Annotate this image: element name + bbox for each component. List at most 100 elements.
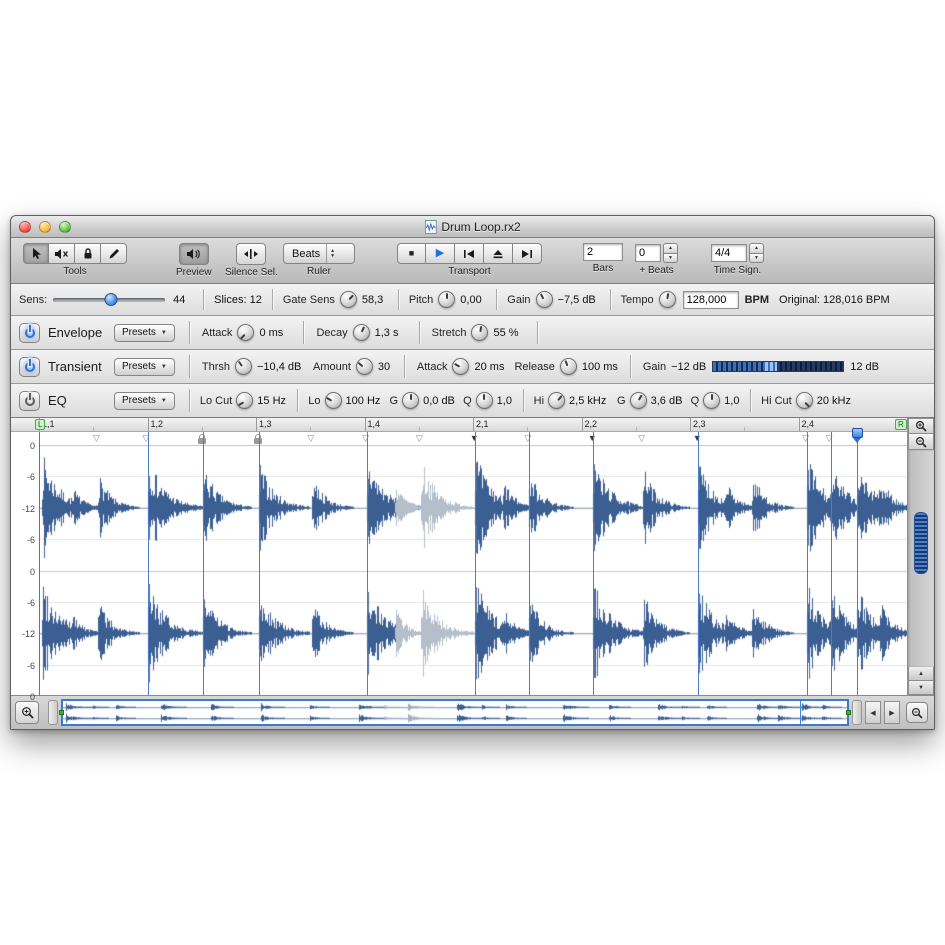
ruler-label: Ruler	[307, 266, 331, 277]
slice-marker-icon[interactable]: ▼	[470, 433, 479, 444]
slider-thumb[interactable]	[105, 293, 118, 306]
eq-hi-knob[interactable]	[548, 392, 565, 409]
preview-button[interactable]	[179, 243, 209, 265]
close-button[interactable]	[19, 221, 31, 233]
left-locator-flag[interactable]: L	[35, 419, 45, 430]
meter-dark-segment	[777, 362, 843, 371]
slice-marker-icon[interactable]: ▽	[524, 433, 531, 444]
vertical-zoom-out-button[interactable]	[908, 434, 934, 450]
vertical-zoom-in-button[interactable]	[908, 418, 934, 434]
eq-q1-knob[interactable]	[476, 392, 493, 409]
timesig-stepper-down[interactable]: ▼	[749, 253, 764, 264]
transient-power-button[interactable]	[19, 357, 40, 377]
ruler-popup[interactable]: Beats ▲▼	[283, 243, 355, 264]
slice-marker-icon[interactable]: ▽	[416, 433, 423, 444]
horizontal-zoom-out-button[interactable]	[906, 702, 928, 723]
minimize-button[interactable]	[39, 221, 51, 233]
go-to-start-button[interactable]	[455, 243, 484, 264]
ruler-minor-tick	[93, 427, 94, 431]
tr-thrsh-label: Thrsh	[202, 361, 230, 373]
selection-handle-left[interactable]	[59, 710, 64, 715]
wave-ruler[interactable]: L R 1,11,21,31,42,12,22,32,4	[11, 418, 907, 432]
zoom-window-button[interactable]	[59, 221, 71, 233]
env-attack-knob[interactable]	[237, 324, 254, 341]
overview-left-grip[interactable]	[48, 700, 58, 725]
beats-stepper-down[interactable]: ▼	[663, 253, 678, 264]
db-label: -12	[22, 504, 35, 514]
popup-stepper-icon: ▲▼	[326, 244, 338, 263]
timesig-stepper[interactable]: ▲ ▼	[749, 243, 764, 263]
eq-title: EQ	[48, 393, 114, 408]
tr-release-knob[interactable]	[560, 358, 577, 375]
vertical-scrollbar-track[interactable]	[908, 450, 934, 667]
bars-input[interactable]	[583, 243, 623, 261]
eq-hicut-knob[interactable]	[796, 392, 813, 409]
right-locator-flag[interactable]: R	[895, 419, 907, 430]
slice-marker-icon[interactable]: ▼	[588, 433, 597, 444]
eq-g1-knob[interactable]	[402, 392, 419, 409]
waveform-editor[interactable]: L R 1,11,21,31,42,12,22,32,4 ▽▽▽▽▽▼▽▼▽▼▽…	[11, 418, 934, 696]
eq-locut-knob[interactable]	[236, 392, 253, 409]
slice-marker-icon[interactable]: ▽	[307, 433, 314, 444]
envelope-power-button[interactable]	[19, 323, 40, 343]
eq-g2-knob[interactable]	[630, 392, 647, 409]
slice-marker-icon[interactable]: ▽	[826, 433, 833, 444]
silence-selection-button[interactable]	[236, 243, 266, 265]
beats-stepper-up[interactable]: ▲	[663, 243, 678, 253]
slice-marker-icon[interactable]: ▽	[93, 433, 100, 444]
titlebar[interactable]: Drum Loop.rx2	[11, 216, 934, 238]
eq-lo-knob[interactable]	[325, 392, 342, 409]
selection-handle-right[interactable]	[846, 710, 851, 715]
envelope-presets-popup[interactable]: Presets ▼	[114, 324, 175, 342]
vertical-scrollbar-thumb[interactable]	[914, 512, 928, 574]
gate-sens-knob[interactable]	[340, 291, 357, 308]
transient-gain-meter[interactable]	[712, 361, 844, 372]
env-decay-knob[interactable]	[353, 324, 370, 341]
pencil-tool-button[interactable]	[101, 243, 127, 264]
scroll-right-button[interactable]: ▶	[884, 701, 900, 724]
waveform-canvas[interactable]	[39, 445, 907, 696]
marker-strip[interactable]: ▽ ▽ ▽ ▽ ▽ ▼ ▽ ▼ ▽ ▼ ▽ ▽	[11, 432, 907, 445]
loop-toggle-button[interactable]	[484, 243, 513, 264]
scroll-up-button[interactable]: ▲	[908, 667, 934, 681]
overview-canvas[interactable]	[63, 701, 847, 724]
pitch-knob[interactable]	[438, 291, 455, 308]
slice-marker-icon[interactable]: ▼	[693, 433, 702, 444]
slice-marker-icon[interactable]: ▽	[362, 433, 369, 444]
horizontal-zoom-in-button[interactable]	[15, 701, 39, 724]
overview-right-grip[interactable]	[852, 700, 862, 725]
timesig-input[interactable]	[711, 244, 747, 262]
transient-presets-popup[interactable]: Presets ▼	[114, 358, 175, 376]
lock-marker-icon[interactable]	[254, 438, 262, 444]
lock-tool-button[interactable]	[75, 243, 101, 264]
tr-thrsh-knob[interactable]	[235, 358, 252, 375]
slice-marker-icon[interactable]: ▽	[802, 433, 809, 444]
gain-knob[interactable]	[536, 291, 553, 308]
eq-q1-label: Q	[463, 395, 472, 407]
scroll-down-button[interactable]: ▼	[908, 681, 934, 695]
stop-button[interactable]: ■	[397, 243, 426, 264]
tempo-input[interactable]	[683, 291, 739, 309]
tr-amount-knob[interactable]	[356, 358, 373, 375]
go-to-end-button[interactable]	[513, 243, 542, 264]
timesig-stepper-up[interactable]: ▲	[749, 243, 764, 253]
eq-presets-popup[interactable]: Presets ▼	[114, 392, 175, 410]
scroll-left-button[interactable]: ◀	[865, 701, 881, 724]
beats-stepper[interactable]: ▲ ▼	[663, 243, 678, 263]
arrow-tool-button[interactable]	[23, 243, 49, 264]
eq-power-button[interactable]	[19, 391, 40, 411]
play-button[interactable]: ▶	[426, 243, 455, 264]
beats-input[interactable]	[635, 244, 661, 262]
mute-tool-button[interactable]	[49, 243, 75, 264]
tempo-knob[interactable]	[659, 291, 676, 308]
tr-gain-min: −12 dB	[671, 361, 706, 373]
overview-selection[interactable]	[61, 699, 849, 726]
slice-marker-icon[interactable]: ▽	[143, 433, 150, 444]
slice-marker-icon[interactable]: ▽	[638, 433, 645, 444]
sensitivity-slider[interactable]	[53, 293, 165, 306]
tr-attack-knob[interactable]	[452, 358, 469, 375]
eq-q2-knob[interactable]	[703, 392, 720, 409]
env-stretch-knob[interactable]	[471, 324, 488, 341]
lock-marker-icon[interactable]	[198, 438, 206, 444]
selected-slice-marker[interactable]	[852, 428, 863, 438]
